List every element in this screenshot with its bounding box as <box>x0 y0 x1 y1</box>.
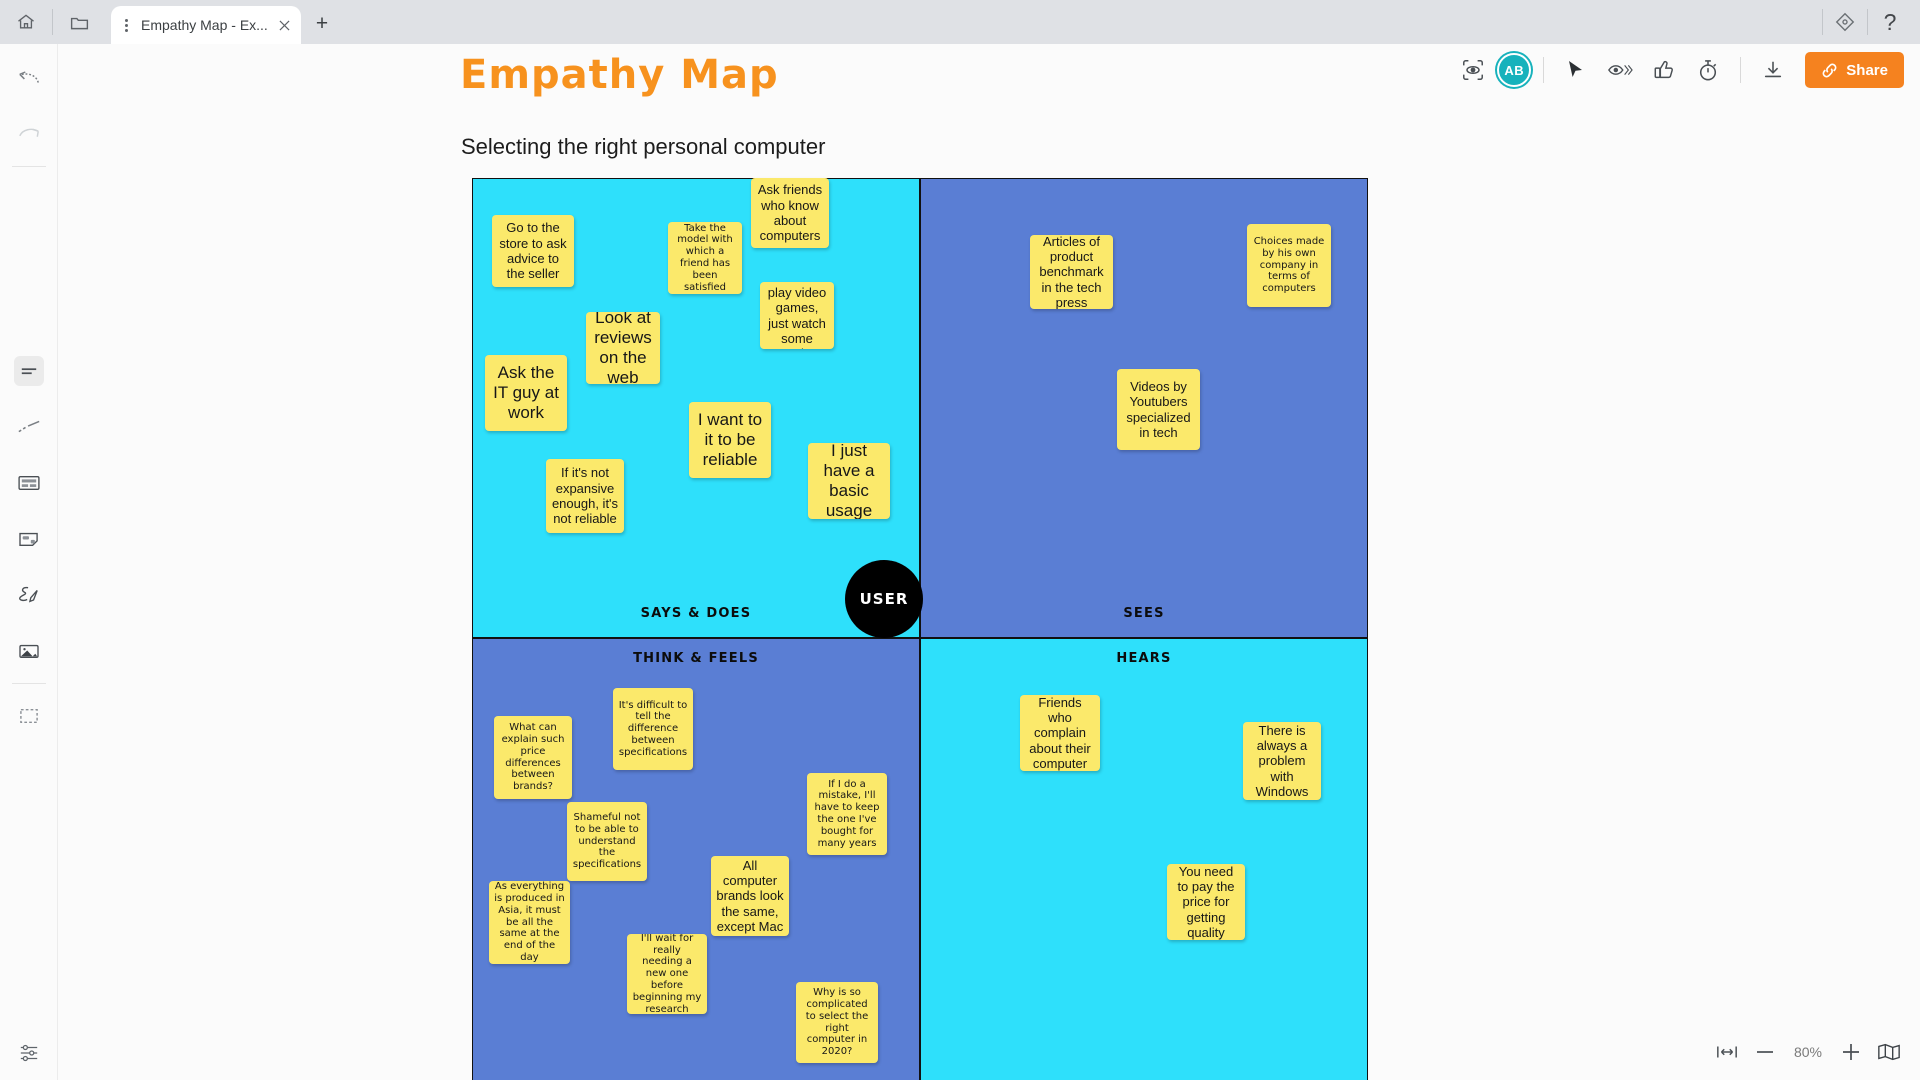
sticky-note[interactable]: If it's not expansive enough, it's not r… <box>546 459 624 533</box>
share-button[interactable]: Share <box>1805 52 1904 88</box>
sticky-note[interactable]: Go to the store to ask advice to the sel… <box>492 215 574 287</box>
eye-follow-icon[interactable] <box>1600 50 1640 90</box>
settings-sliders-icon[interactable] <box>12 1036 46 1070</box>
empathy-map-board[interactable]: SAYS & DOES SEES THINK & FEELS HEARS Go … <box>472 178 1368 1080</box>
close-icon[interactable] <box>275 16 293 34</box>
redo-glyph <box>14 119 44 149</box>
sticky-note[interactable]: Videos by Youtubers specialized in tech <box>1117 369 1200 450</box>
page-subtitle: Selecting the right personal computer <box>461 134 826 159</box>
sticky-note[interactable]: There is always a problem with Windows <box>1243 722 1321 800</box>
sticky-note[interactable]: Why is so complicated to select the righ… <box>796 982 878 1063</box>
help-icon[interactable]: ? <box>1870 0 1910 44</box>
fit-to-width-icon[interactable] <box>1710 1035 1744 1069</box>
tabstrip-right-divider-2 <box>1867 9 1868 35</box>
diagram-icon[interactable] <box>1825 0 1865 44</box>
toolbar-divider-2 <box>1740 57 1742 83</box>
sticky-note[interactable]: Take the model with which a friend has b… <box>668 222 742 294</box>
share-button-label: Share <box>1846 61 1888 79</box>
rail-divider-1 <box>12 166 46 167</box>
home-icon[interactable] <box>0 0 52 44</box>
sticky-note[interactable]: As everything is produced in Asia, it mu… <box>489 881 570 964</box>
line-tool-icon[interactable] <box>0 399 58 455</box>
user-center-node[interactable]: USER <box>845 560 923 638</box>
image-tool-glyph <box>14 636 44 666</box>
app-root: Empathy Map - Ex... + ? AB Share Empathy… <box>0 0 1920 1080</box>
sticky-note[interactable]: Shameful not to be able to understand th… <box>567 802 647 881</box>
sticky-note[interactable]: I want to it to be reliable <box>689 402 771 478</box>
pen-tool-glyph <box>14 580 44 610</box>
sticky-note[interactable]: It's difficult to tell the difference be… <box>613 688 693 770</box>
rail-divider-2 <box>12 683 46 684</box>
thumbs-up-icon[interactable] <box>1644 50 1684 90</box>
pen-tool-icon[interactable] <box>0 567 58 623</box>
quadrant-label-think-feels: THINK & FEELS <box>633 651 759 666</box>
undo-glyph <box>14 63 44 93</box>
zoom-out-button[interactable] <box>1748 1035 1782 1069</box>
quadrant-hears[interactable]: HEARS <box>920 638 1368 1080</box>
kebab-menu-icon[interactable] <box>117 18 135 32</box>
sticky-note[interactable]: Look at reviews on the web <box>586 312 660 384</box>
sticky-note[interactable]: You need to pay the price for getting qu… <box>1167 864 1245 940</box>
sticky-note[interactable]: Articles of product benchmark in the tec… <box>1030 235 1113 309</box>
zoom-level[interactable]: 80% <box>1786 1044 1830 1060</box>
folder-icon[interactable] <box>53 0 105 44</box>
frame-tool-icon[interactable] <box>0 688 58 744</box>
browser-tabstrip: Empathy Map - Ex... + ? <box>0 0 1920 44</box>
sticky-note[interactable]: I do not play video games, just watch so… <box>760 282 834 349</box>
sticky-note-glyph <box>14 524 44 554</box>
line-tool-glyph <box>14 412 44 442</box>
sticky-note-tool-icon[interactable] <box>0 511 58 567</box>
link-icon <box>1821 62 1838 79</box>
browser-tab[interactable]: Empathy Map - Ex... <box>111 6 301 44</box>
quadrant-label-sees: SEES <box>1123 606 1165 621</box>
sticky-note[interactable]: I'll wait for really needing a new one b… <box>627 934 707 1014</box>
tabstrip-left-group <box>0 0 105 44</box>
sticky-note[interactable]: What can explain such price differences … <box>494 716 572 799</box>
sticky-note[interactable]: Friends who complain about their compute… <box>1020 695 1100 771</box>
tab-title: Empathy Map - Ex... <box>141 17 268 33</box>
sticky-note[interactable]: Ask friends who know about computers <box>751 178 829 248</box>
left-tool-rail <box>0 44 58 1080</box>
page-title: Empathy Map <box>460 52 779 98</box>
undo-icon[interactable] <box>0 50 58 106</box>
redo-icon[interactable] <box>0 106 58 162</box>
tabstrip-right-divider-1 <box>1822 9 1823 35</box>
card-tool-icon[interactable] <box>0 455 58 511</box>
sticky-note[interactable]: I just have a basic usage <box>808 443 890 519</box>
download-icon[interactable] <box>1753 50 1793 90</box>
image-tool-icon[interactable] <box>0 623 58 679</box>
sticky-note[interactable]: Ask the IT guy at work <box>485 355 567 431</box>
quadrant-label-hears: HEARS <box>1116 651 1172 666</box>
sticky-note[interactable]: If I do a mistake, I'll have to keep the… <box>807 773 887 855</box>
avatar[interactable]: AB <box>1497 53 1532 87</box>
frame-tool-glyph <box>14 701 44 731</box>
text-tool-glyph <box>14 356 44 386</box>
canvas-toolbar: AB Share <box>1453 44 1904 96</box>
zoom-in-button[interactable] <box>1834 1035 1868 1069</box>
zoom-controls: 80% <box>1710 1032 1906 1072</box>
timer-icon[interactable] <box>1688 50 1728 90</box>
new-tab-button[interactable]: + <box>305 7 339 41</box>
card-tool-glyph <box>14 468 44 498</box>
cursor-pointer-icon[interactable] <box>1556 50 1596 90</box>
tabstrip-right-group: ? <box>1822 0 1920 44</box>
minimap-icon[interactable] <box>1872 1035 1906 1069</box>
toolbar-divider-1 <box>1543 57 1545 83</box>
capture-frame-icon[interactable] <box>1453 50 1493 90</box>
text-tool-icon[interactable] <box>0 343 58 399</box>
sticky-note[interactable]: All computer brands look the same, excep… <box>711 856 789 936</box>
sticky-note[interactable]: Choices made by his own company in terms… <box>1247 224 1331 307</box>
